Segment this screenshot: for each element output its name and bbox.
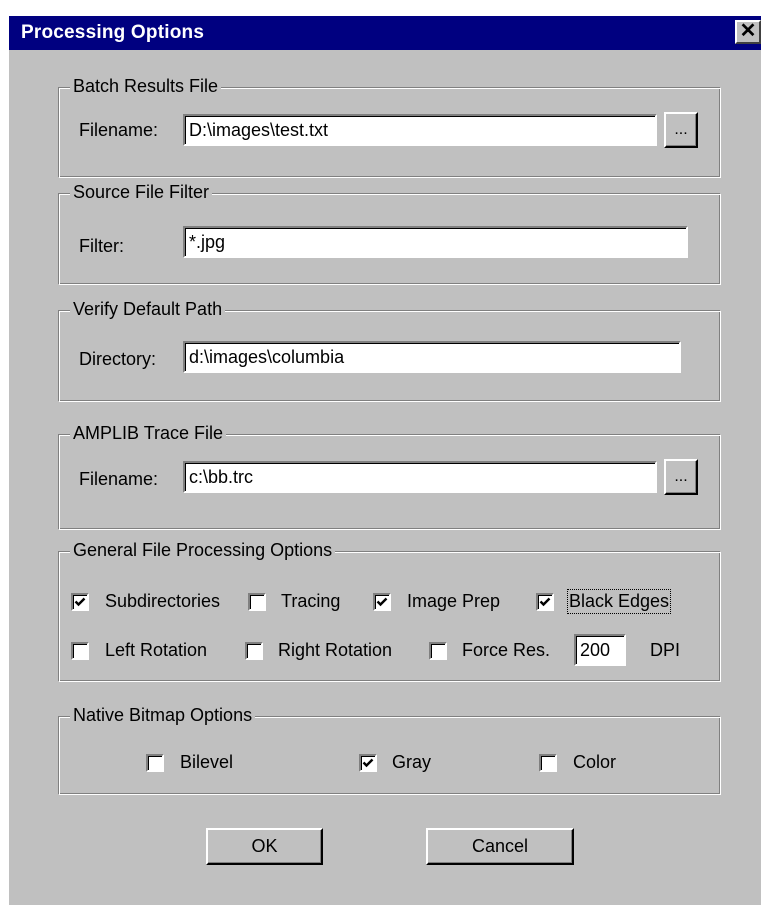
dpi-unit-label: DPI (650, 640, 681, 660)
general-options-group: General File Processing Options Subdirec… (58, 540, 721, 682)
general-options-legend: General File Processing Options (70, 540, 336, 561)
checkmark-icon (74, 597, 86, 607)
bilevel-checkbox[interactable] (146, 754, 164, 772)
image-prep-checkbox[interactable] (373, 593, 391, 611)
image-prep-label: Image Prep (407, 591, 501, 611)
batch-results-legend: Batch Results File (70, 76, 222, 97)
trace-browse-button[interactable]: ... (664, 459, 698, 495)
ok-button[interactable]: OK (206, 828, 323, 865)
force-res-label: Force Res. (462, 640, 551, 660)
subdirectories-checkbox[interactable] (71, 593, 89, 611)
subdirectories-label: Subdirectories (105, 591, 221, 611)
right-rotation-label: Right Rotation (278, 640, 393, 660)
left-rotation-label: Left Rotation (105, 640, 208, 660)
black-edges-label: Black Edges (566, 589, 672, 614)
trace-file-legend: AMPLIB Trace File (70, 423, 227, 444)
color-checkbox[interactable] (539, 754, 557, 772)
dialog-title: Processing Options (21, 22, 205, 43)
batch-browse-button[interactable]: ... (664, 112, 698, 148)
cancel-button[interactable]: Cancel (426, 828, 574, 865)
tracing-label: Tracing (281, 591, 341, 611)
batch-results-group: Batch Results File Filename: ... (58, 76, 721, 178)
black-edges-checkbox[interactable] (536, 593, 554, 611)
native-bitmap-group: Native Bitmap Options Bilevel Gray Color (58, 705, 721, 795)
gray-checkbox[interactable] (359, 754, 377, 772)
filter-input[interactable] (183, 226, 688, 258)
right-rotation-checkbox[interactable] (245, 642, 263, 660)
trace-filename-label: Filename: (79, 469, 159, 489)
directory-input[interactable] (183, 341, 681, 373)
filter-label: Filter: (79, 236, 124, 256)
checkmark-icon (362, 758, 374, 768)
processing-options-dialog: Processing Options ✕ Batch Results File … (9, 16, 761, 905)
verify-path-group: Verify Default Path Directory: (58, 299, 721, 402)
trace-filename-input[interactable] (183, 461, 657, 493)
source-filter-legend: Source File Filter (70, 182, 213, 203)
checkmark-icon (539, 597, 551, 607)
batch-filename-input[interactable] (183, 114, 657, 146)
gray-label: Gray (392, 752, 432, 772)
title-bar: Processing Options ✕ (9, 16, 761, 50)
color-label: Color (573, 752, 617, 772)
checkmark-icon (376, 597, 388, 607)
tracing-checkbox[interactable] (248, 593, 266, 611)
force-res-checkbox[interactable] (429, 642, 447, 660)
batch-filename-label: Filename: (79, 120, 159, 140)
left-rotation-checkbox[interactable] (71, 642, 89, 660)
directory-label: Directory: (79, 349, 157, 369)
native-bitmap-legend: Native Bitmap Options (70, 705, 256, 726)
verify-path-legend: Verify Default Path (70, 299, 226, 320)
close-button[interactable]: ✕ (735, 20, 761, 44)
source-filter-group: Source File Filter Filter: (58, 182, 721, 285)
trace-file-group: AMPLIB Trace File Filename: ... (58, 423, 721, 530)
close-icon: ✕ (739, 20, 757, 42)
bilevel-label: Bilevel (180, 752, 234, 772)
dpi-input[interactable] (574, 634, 626, 666)
